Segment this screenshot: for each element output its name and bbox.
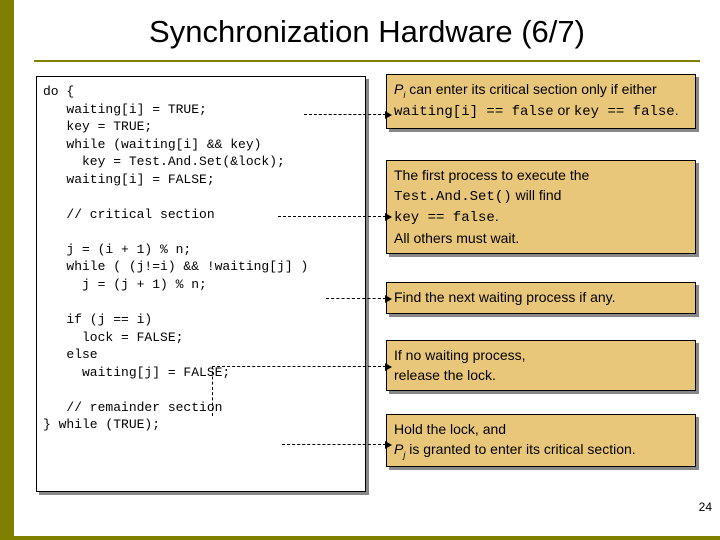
text: The first process to execute the (394, 167, 589, 183)
code-inline: key == false (394, 210, 495, 226)
text: If no waiting process, (394, 347, 526, 363)
arrow-icon (278, 216, 386, 217)
code-inline: waiting[i] == false (394, 104, 554, 120)
note-hold-lock: Hold the lock, and Pj is granted to ente… (386, 414, 696, 467)
text: Pi (394, 81, 405, 97)
note-enter-critical: Pi can enter its critical section only i… (386, 74, 696, 129)
arrow-icon (212, 366, 386, 367)
text: is granted to enter its critical section… (405, 441, 635, 457)
code-block: do { waiting[i] = TRUE; key = TRUE; whil… (36, 76, 366, 492)
note-find-next: Find the next waiting process if any. (386, 282, 696, 314)
note-first-process: The first process to execute the Test.An… (386, 160, 696, 254)
slide-title: Synchronization Hardware (6/7) (14, 0, 720, 60)
code-inline: key == false (574, 104, 675, 120)
page-number: 24 (699, 500, 712, 514)
note-release-lock: If no waiting process, release the lock. (386, 340, 696, 391)
text: Pj (394, 441, 405, 457)
text: will find (512, 187, 562, 203)
text: All others must wait. (394, 230, 519, 246)
text: . (675, 102, 679, 118)
text: or (554, 102, 574, 118)
arrow-icon (304, 114, 386, 115)
text: release the lock. (394, 367, 496, 383)
text: can enter its critical section only if e… (405, 81, 656, 97)
text: Hold the lock, and (394, 421, 506, 437)
title-underline (34, 60, 700, 62)
content-area: do { waiting[i] = TRUE; key = TRUE; whil… (14, 76, 720, 516)
arrow-icon (282, 444, 386, 445)
code-inline: Test.And.Set() (394, 189, 512, 205)
arrow-icon (212, 366, 213, 416)
text: . (495, 208, 499, 224)
arrow-icon (326, 298, 386, 299)
